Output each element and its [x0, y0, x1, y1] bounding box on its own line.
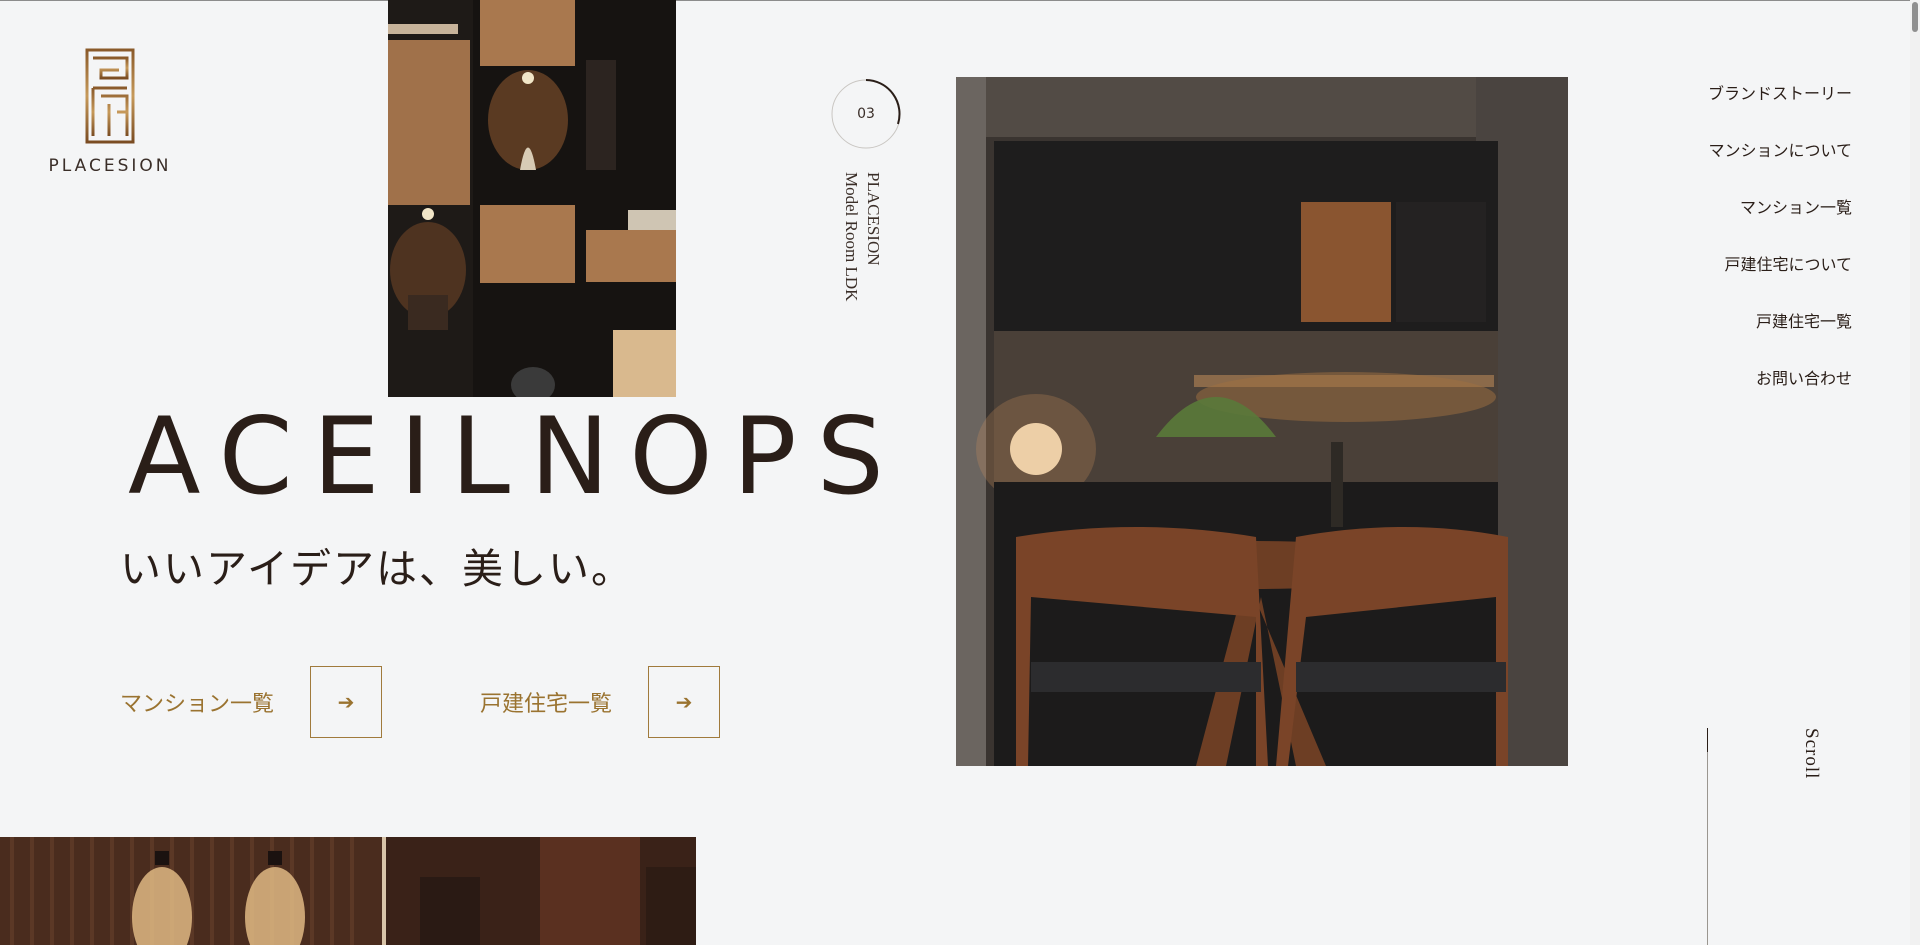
- logo-text: PLACESION: [48, 156, 172, 176]
- nav-house-list[interactable]: 戸建住宅一覧: [1708, 310, 1852, 367]
- nav-contact[interactable]: お問い合わせ: [1708, 367, 1852, 424]
- scroll-line-indicator: [1707, 728, 1708, 752]
- dining-room-photo: [956, 77, 1568, 766]
- arrow-right-icon[interactable]: ➔: [310, 666, 383, 738]
- nav-brand-story[interactable]: ブランドストーリー: [1708, 82, 1852, 139]
- shelf-photo: [388, 0, 676, 397]
- brand-logo[interactable]: PLACESION: [40, 48, 180, 178]
- house-list-button[interactable]: 戸建住宅一覧 ➔: [480, 666, 721, 738]
- slide-caption-line2: Model Room LDK: [842, 172, 861, 302]
- scrollbar-thumb[interactable]: [1912, 2, 1918, 32]
- hero-subtitle: いいアイデアは、美しい。: [120, 545, 634, 593]
- slide-caption-line1: PLACESION: [864, 172, 883, 266]
- slide-caption: PLACESION Model Room LDK: [840, 172, 884, 342]
- main-navigation: ブランドストーリー マンションについて マンション一覧 戸建住宅について 戸建住…: [1708, 82, 1852, 424]
- mansion-list-label: マンション一覧: [120, 692, 275, 717]
- nav-about-house[interactable]: 戸建住宅について: [1708, 253, 1852, 310]
- slide-counter: 03: [830, 78, 902, 150]
- scroll-label[interactable]: Scroll: [1800, 728, 1822, 779]
- arrow-right-icon[interactable]: ➔: [648, 666, 721, 738]
- nav-about-mansion[interactable]: マンションについて: [1708, 139, 1852, 196]
- nav-mansion-list[interactable]: マンション一覧: [1708, 196, 1852, 253]
- slide-number: 03: [857, 106, 875, 122]
- lobby-photo: [0, 837, 696, 945]
- placesion-logo-icon: [85, 48, 135, 144]
- page-scrollbar[interactable]: [1910, 0, 1920, 945]
- hero-title: ACEILNOPS: [128, 395, 904, 518]
- mansion-list-button[interactable]: マンション一覧 ➔: [120, 666, 383, 738]
- scroll-line: [1707, 728, 1708, 945]
- window-top-border: [0, 0, 1920, 1]
- house-list-label: 戸建住宅一覧: [480, 692, 613, 717]
